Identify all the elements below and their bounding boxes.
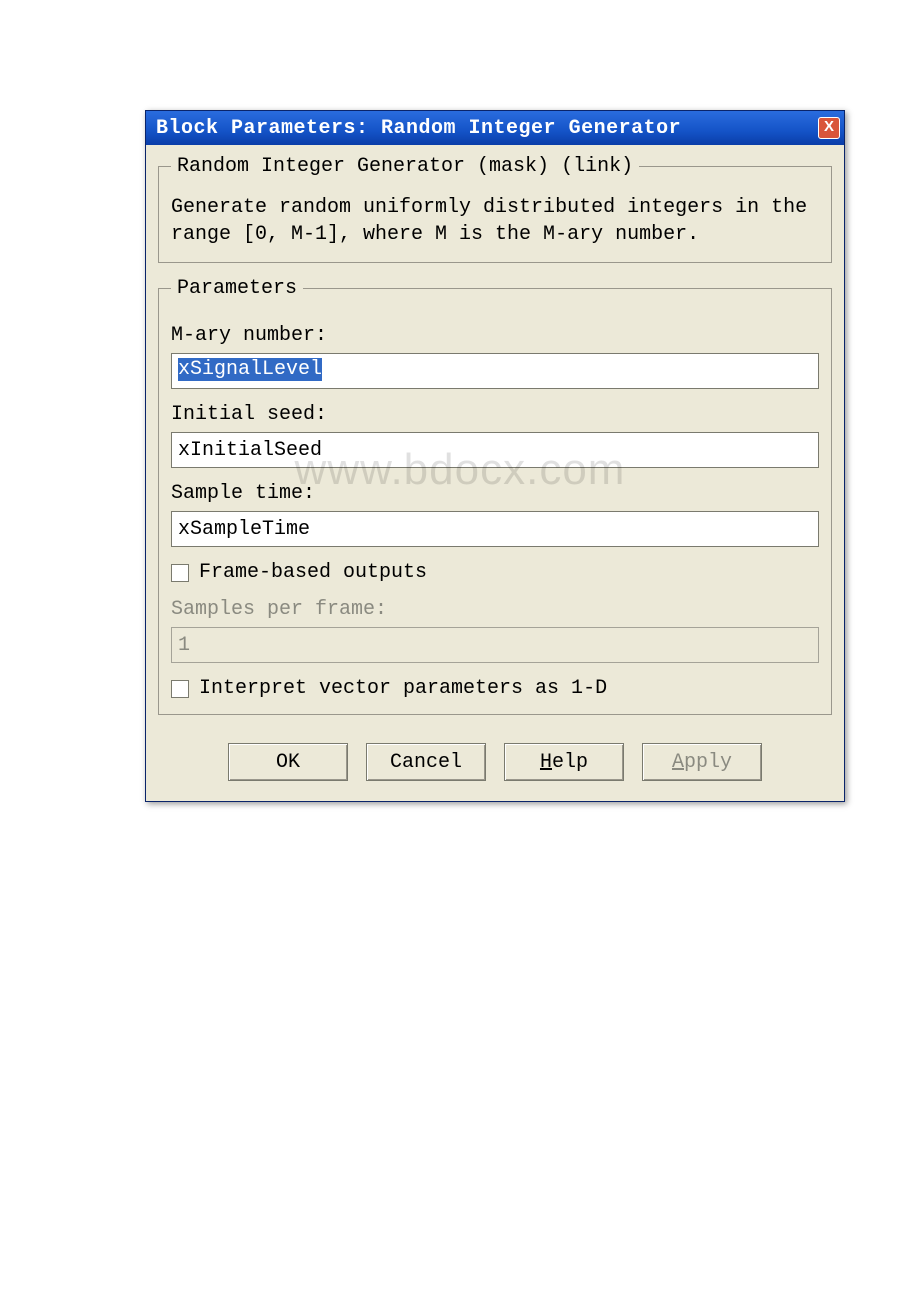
dialog-block-parameters: Block Parameters: Random Integer Generat… (145, 110, 845, 802)
group-description-legend: Random Integer Generator (mask) (link) (171, 155, 639, 178)
help-underline: H (540, 751, 552, 774)
help-button[interactable]: Help (504, 743, 624, 781)
interpret-1d-checkbox[interactable] (171, 680, 189, 698)
apply-button: Apply (642, 743, 762, 781)
seed-label: Initial seed: (171, 403, 819, 426)
seed-input[interactable] (171, 432, 819, 468)
frame-based-checkbox[interactable] (171, 564, 189, 582)
mary-input[interactable]: xSignalLevel (171, 353, 819, 389)
button-row: OK Cancel Help Apply (158, 729, 832, 787)
frame-based-label: Frame-based outputs (199, 561, 427, 584)
mary-input-value: xSignalLevel (178, 358, 322, 381)
apply-underline: A (672, 751, 684, 774)
dialog-client-area: Random Integer Generator (mask) (link) G… (146, 145, 844, 801)
group-parameters-legend: Parameters (171, 277, 303, 300)
titlebar[interactable]: Block Parameters: Random Integer Generat… (146, 111, 844, 145)
group-description-text: Generate random uniformly distributed in… (171, 194, 819, 248)
samples-per-frame-label: Samples per frame: (171, 598, 819, 621)
frame-based-row: Frame-based outputs (171, 561, 819, 584)
close-icon[interactable]: X (818, 117, 840, 139)
ok-button[interactable]: OK (228, 743, 348, 781)
samples-per-frame-input (171, 627, 819, 663)
interpret-1d-row: Interpret vector parameters as 1-D (171, 677, 819, 700)
mary-label: M-ary number: (171, 324, 819, 347)
help-suffix: elp (552, 751, 588, 774)
sample-time-input[interactable] (171, 511, 819, 547)
group-description: Random Integer Generator (mask) (link) G… (158, 155, 832, 263)
sample-time-label: Sample time: (171, 482, 819, 505)
cancel-button[interactable]: Cancel (366, 743, 486, 781)
apply-suffix: pply (684, 751, 732, 774)
interpret-1d-label: Interpret vector parameters as 1-D (199, 677, 607, 700)
titlebar-title: Block Parameters: Random Integer Generat… (156, 117, 681, 140)
group-parameters: Parameters M-ary number: xSignalLevel In… (158, 277, 832, 715)
